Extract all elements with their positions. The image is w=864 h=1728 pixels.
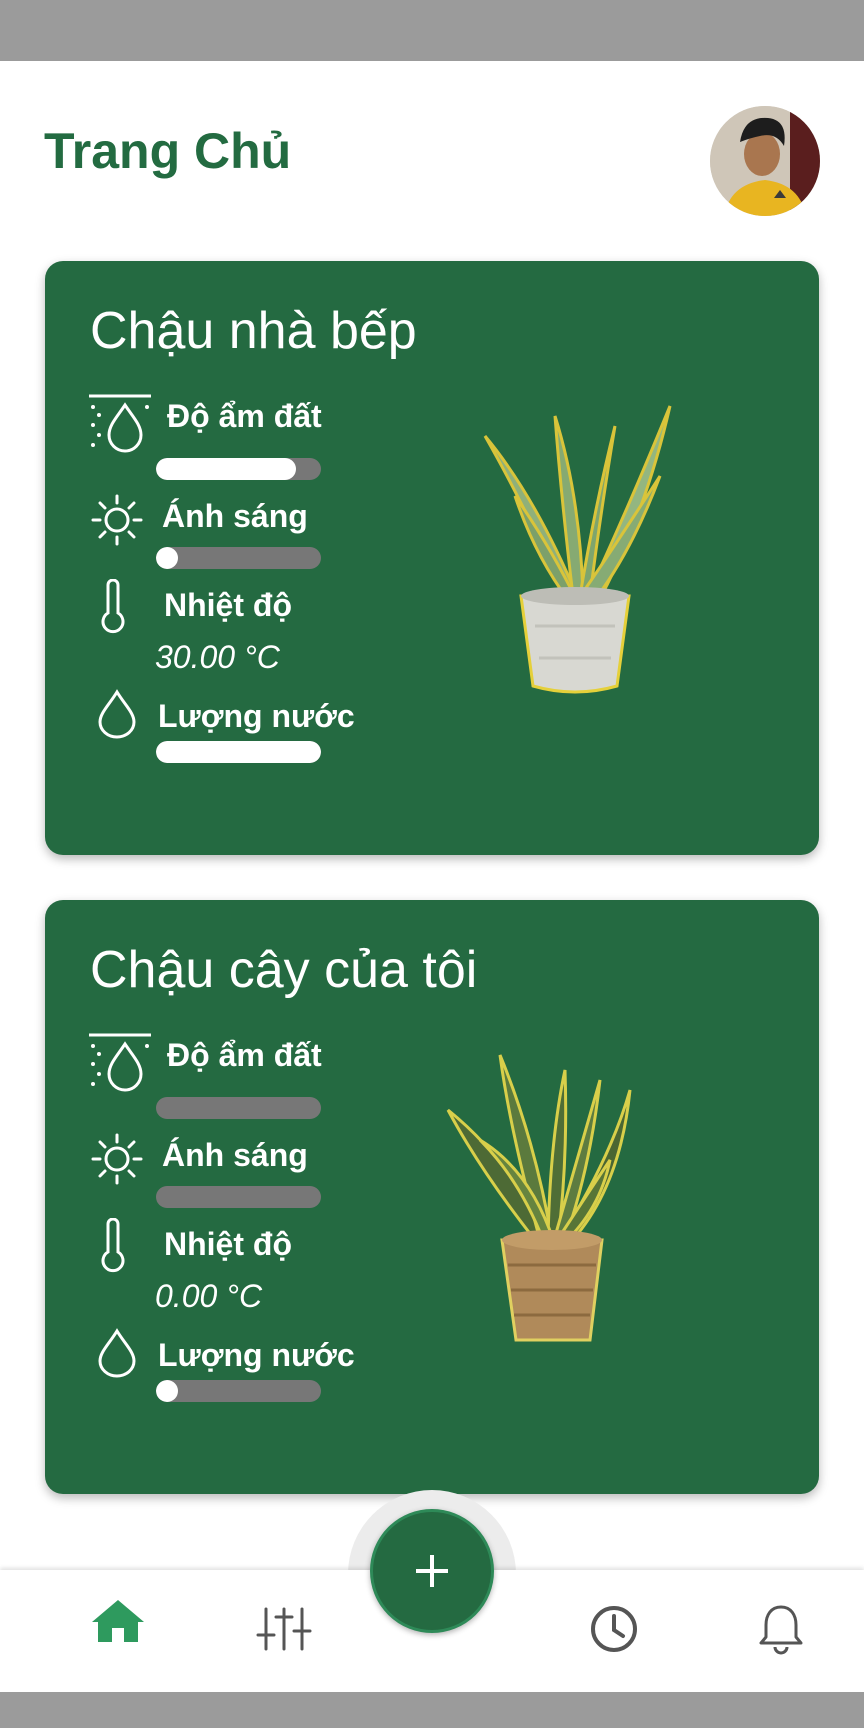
nav-home[interactable]	[83, 1586, 153, 1656]
soil-moisture-label: Độ ẩm đất	[167, 1037, 322, 1073]
temperature-label: Nhiệt độ	[164, 587, 292, 623]
temperature-value: 0.00 °C	[155, 1278, 263, 1314]
bar-fill	[156, 547, 178, 569]
water-level-bar	[156, 1380, 321, 1402]
bar-fill	[156, 741, 321, 763]
user-avatar[interactable]	[710, 106, 820, 216]
pot-name: Chậu nhà bếp	[90, 302, 417, 360]
nav-adjust[interactable]	[249, 1594, 319, 1664]
nav-notifications[interactable]	[746, 1594, 816, 1664]
soil-moisture-bar	[156, 458, 321, 480]
add-pot-button[interactable]	[370, 1509, 494, 1633]
water-level-label: Lượng nước	[158, 698, 355, 734]
plus-icon	[416, 1555, 448, 1587]
water-level-label: Lượng nước	[158, 1337, 355, 1373]
snake-plant	[446, 1054, 632, 1342]
water-level-bar	[156, 741, 321, 763]
clock-icon	[591, 1606, 637, 1652]
temperature-label: Nhiệt độ	[164, 1226, 292, 1262]
status-bar	[0, 0, 864, 61]
system-nav-bar	[0, 1692, 864, 1728]
page-title: Trang Chủ	[44, 123, 292, 179]
soil-moisture-bar	[156, 1097, 321, 1119]
light-label: Ánh sáng	[162, 1137, 308, 1173]
aloe-vera-plant	[483, 405, 672, 694]
light-label: Ánh sáng	[162, 498, 308, 534]
sun-icon	[91, 494, 143, 546]
bar-fill	[156, 458, 297, 480]
thermometer-icon	[101, 1218, 125, 1273]
sliders-icon	[256, 1607, 312, 1651]
bar-fill	[156, 1380, 178, 1402]
thermometer-icon	[101, 579, 125, 634]
nav-history[interactable]	[579, 1594, 649, 1664]
temperature-value: 30.00 °C	[155, 639, 280, 675]
home-icon	[92, 1600, 144, 1642]
pot-card[interactable]: Chậu cây của tôi Độ ẩm đất Ánh sáng Nhiệ…	[45, 900, 819, 1494]
pot-name: Chậu cây của tôi	[90, 941, 478, 999]
light-bar	[156, 1186, 321, 1208]
sun-icon	[91, 1133, 143, 1185]
bell-icon	[759, 1605, 803, 1655]
soil-moisture-label: Độ ẩm đất	[167, 398, 322, 434]
soil-moisture-icon	[89, 394, 151, 453]
water-drop-icon	[98, 689, 136, 739]
water-drop-icon	[98, 1328, 136, 1378]
light-bar	[156, 547, 321, 569]
soil-moisture-icon	[89, 1033, 151, 1092]
pot-card[interactable]: Chậu nhà bếp Độ ẩm đất Ánh sáng Nhiệt độ…	[45, 261, 819, 855]
